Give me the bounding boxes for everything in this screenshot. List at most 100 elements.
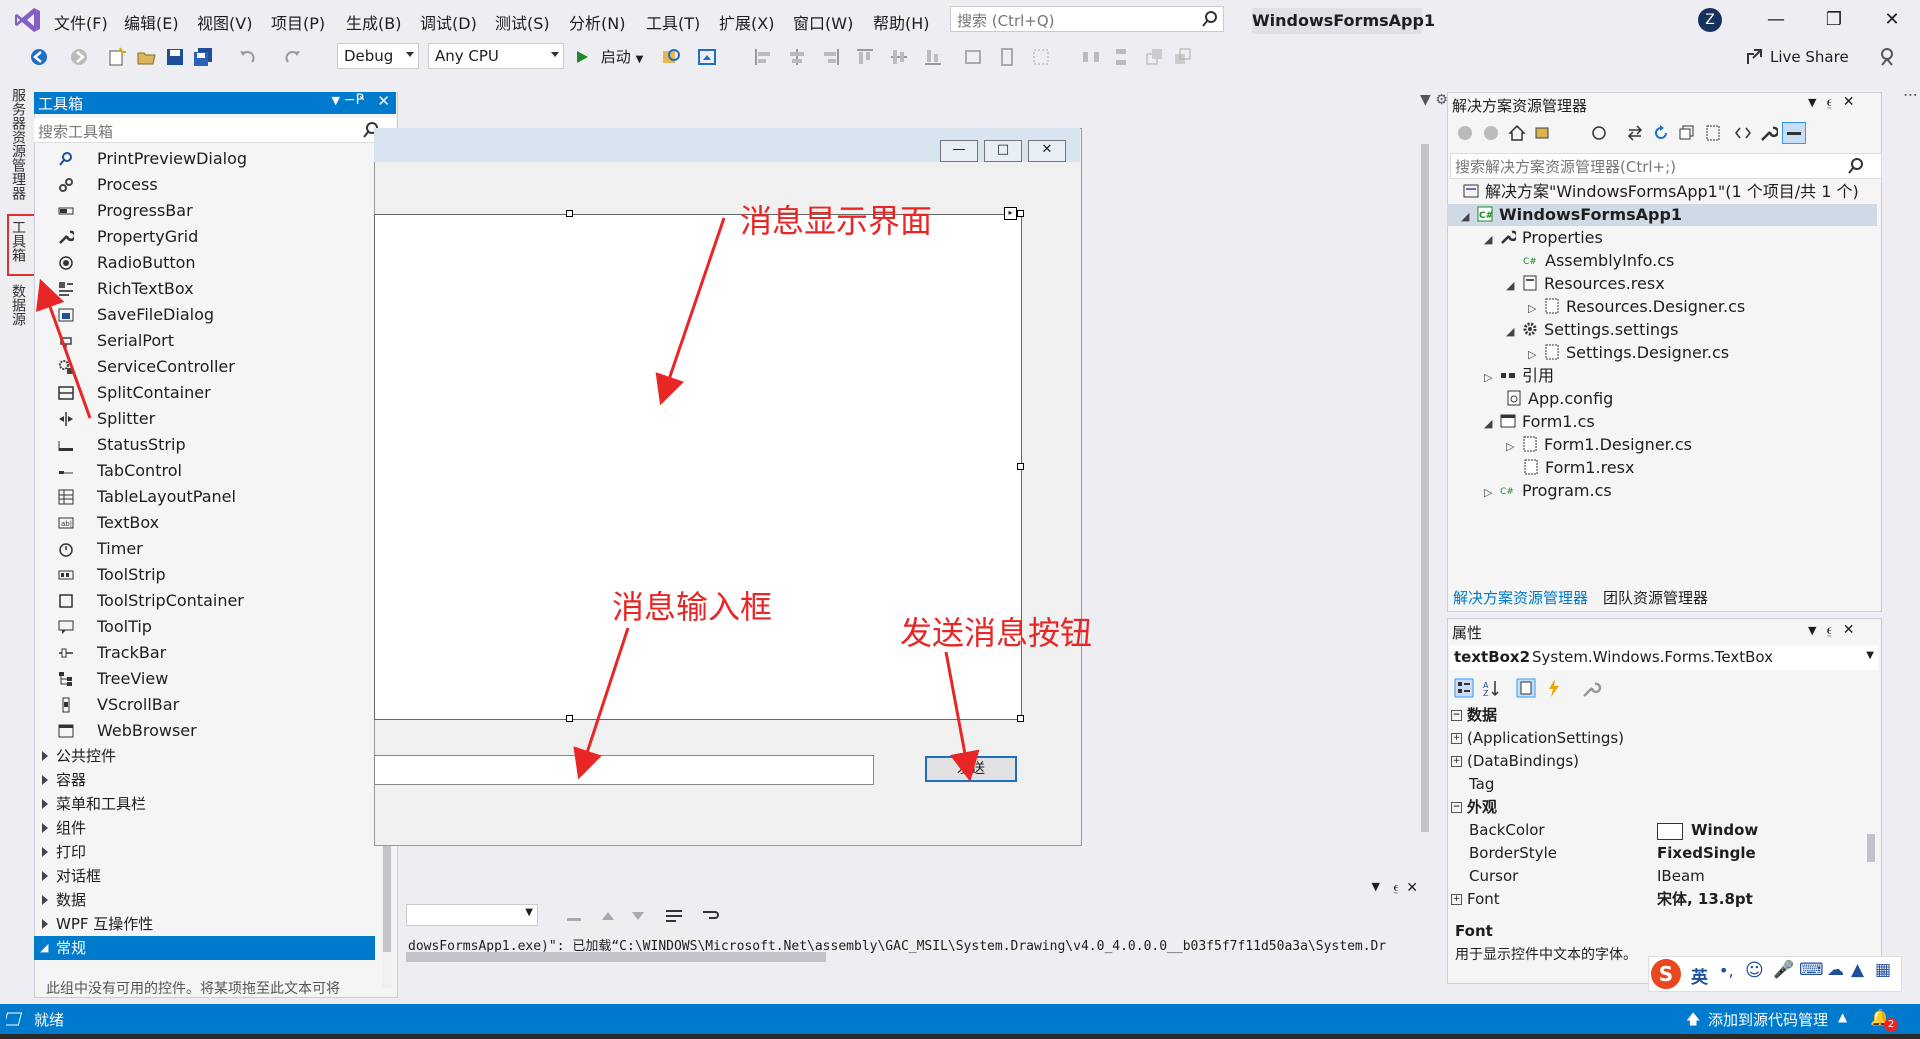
align-middle-icon[interactable] [888, 46, 910, 68]
output-close-icon[interactable]: ✕ [1406, 880, 1418, 896]
word-wrap-icon[interactable] [664, 906, 684, 926]
output-source-select[interactable]: ▼ [406, 904, 538, 926]
forward-icon[interactable] [1482, 124, 1500, 142]
toolbox-item-toolstrip[interactable]: ToolStrip [34, 562, 374, 588]
align-top-icon[interactable] [854, 46, 876, 68]
tab-solution-explorer[interactable]: 解决方案资源管理器 [1453, 587, 1588, 608]
menu-tools[interactable]: 工具(T) [646, 10, 700, 34]
menu-help[interactable]: 帮助(H) [873, 10, 930, 34]
toolbox-item-propertygrid[interactable]: PropertyGrid [34, 224, 374, 250]
toolbox-category-dialogs[interactable]: 对话框 [34, 864, 374, 888]
show-all-files-icon[interactable] [1704, 124, 1722, 142]
properties-scrollbar-thumb[interactable] [1867, 834, 1875, 862]
emoji-icon[interactable]: ☺ [1745, 960, 1764, 981]
toolbox-item-treeview[interactable]: TreeView [34, 666, 374, 692]
property-row-font[interactable]: + Font 宋体, 13.8pt [1447, 888, 1867, 911]
toolbox-item-process[interactable]: Process [34, 172, 374, 198]
pin-icon[interactable]: −Ҏ [344, 92, 364, 108]
switch-views-icon[interactable] [1534, 124, 1556, 142]
toolbox-shirt-icon[interactable]: ▲ [1851, 960, 1864, 980]
make-same-width-icon[interactable] [962, 46, 984, 68]
send-message-button[interactable]: 发送 [925, 756, 1017, 782]
maximize-button[interactable]: ❐ [1822, 8, 1846, 32]
toolbox-item-serialport[interactable]: SerialPort [34, 328, 374, 354]
tree-item-project[interactable]: ◢ C# WindowsFormsApp1 [1447, 204, 1877, 226]
microphone-icon[interactable]: 🎤 [1773, 960, 1794, 980]
dropdown-icon[interactable]: ▼ [1808, 624, 1816, 637]
size-to-grid-icon[interactable] [1030, 46, 1052, 68]
tree-item-form1-cs[interactable]: ◢ Form1.cs [1484, 411, 1595, 433]
property-row-borderstyle[interactable]: BorderStyle FixedSingle [1447, 842, 1867, 865]
toolbox-item-progressbar[interactable]: ProgressBar [34, 198, 374, 224]
redo-icon[interactable] [282, 46, 304, 68]
find-message-icon[interactable] [598, 906, 618, 926]
solution-explorer-search-input[interactable]: 搜索解决方案资源管理器(Ctrl+;) [1450, 153, 1882, 179]
quick-search-input[interactable]: 搜索 (Ctrl+Q) [950, 6, 1224, 32]
new-project-icon[interactable] [106, 46, 128, 68]
toolbox-item-statusstrip[interactable]: StatusStrip [34, 432, 374, 458]
menu-extensions[interactable]: 扩展(X) [719, 10, 774, 34]
tree-item-settings-designer[interactable]: ▷ Settings.Designer.cs [1528, 342, 1729, 364]
undo-icon[interactable] [236, 46, 258, 68]
open-file-icon[interactable] [136, 46, 158, 68]
properties-object-select[interactable]: textBox2 System.Windows.Forms.TextBox ▼ [1450, 646, 1878, 670]
tree-item-solution[interactable]: 解决方案"WindowsFormsApp1"(1 个项目/共 1 个) [1463, 181, 1859, 203]
property-category-data[interactable]: − 数据 [1447, 704, 1867, 727]
toolbox-item-servicecontroller[interactable]: ServiceController [34, 354, 374, 380]
horizontal-spacing-icon[interactable] [1080, 46, 1102, 68]
form-close-button[interactable]: ✕ [1028, 140, 1066, 162]
keyboard-icon[interactable]: ⌨ [1799, 960, 1824, 980]
ime-mode[interactable]: 英 [1691, 963, 1708, 988]
property-row-applicationsettings[interactable]: + (ApplicationSettings) [1447, 727, 1867, 750]
collapse-all-icon[interactable] [1678, 124, 1696, 142]
close-window-button[interactable]: ✕ [1880, 8, 1904, 32]
grid-menu-icon[interactable]: ▦ [1875, 960, 1891, 980]
add-to-source-control-button[interactable]: 添加到源代码管理 [1708, 1009, 1828, 1030]
align-center-icon[interactable] [786, 46, 808, 68]
property-category-appearance[interactable]: − 外观 [1447, 796, 1867, 819]
property-row-backcolor[interactable]: BackColor Window [1447, 819, 1867, 842]
menu-window[interactable]: 窗口(W) [793, 10, 853, 34]
feedback-icon[interactable] [1876, 46, 1898, 68]
toolbox-item-printpreviewdialog[interactable]: PrintPreviewDialog [34, 146, 374, 172]
back-icon[interactable] [1456, 124, 1474, 142]
avatar[interactable]: Z [1698, 8, 1722, 32]
menu-project[interactable]: 项目(P) [271, 10, 325, 34]
smart-tag-icon[interactable]: ▸ [1004, 207, 1017, 220]
toolbox-category-common-controls[interactable]: 公共控件 [34, 744, 374, 768]
minimize-button[interactable]: — [1764, 8, 1788, 32]
form-minimize-button[interactable]: — [940, 140, 978, 162]
tree-item-app-config[interactable]: App.config [1506, 388, 1613, 410]
resize-handle[interactable] [1017, 210, 1024, 217]
dropdown-icon[interactable]: ▼ [1808, 96, 1816, 109]
toolbox-close-icon[interactable]: ✕ [377, 92, 390, 110]
toolbox-category-components[interactable]: 组件 [34, 816, 374, 840]
solution-platform-select[interactable]: Any CPU [428, 43, 564, 69]
toggle-word-wrap-icon[interactable] [700, 906, 720, 926]
tree-item-program-cs[interactable]: ▷ C# Program.cs [1484, 480, 1612, 502]
properties-wrench-icon[interactable] [1760, 124, 1778, 142]
toolbox-category-printing[interactable]: 打印 [34, 840, 374, 864]
align-left-icon[interactable] [752, 46, 774, 68]
save-icon[interactable] [164, 46, 186, 68]
categorized-icon[interactable] [1454, 678, 1474, 698]
toolbox-item-webbrowser[interactable]: WebBrowser [34, 718, 374, 744]
property-row-databindings[interactable]: + (DataBindings) [1447, 750, 1867, 773]
toolbox-item-richtextbox[interactable]: RichTextBox [34, 276, 374, 302]
menu-view[interactable]: 视图(V) [197, 10, 252, 34]
live-share-icon[interactable] [1744, 46, 1766, 68]
toolbox-dropdown-icon[interactable]: ▼ [332, 94, 340, 107]
refresh-icon[interactable] [1652, 124, 1670, 142]
toolbox-item-radiobutton[interactable]: RadioButton [34, 250, 374, 276]
menu-build[interactable]: 生成(B) [346, 10, 401, 34]
skin-icon[interactable]: ☁ [1827, 960, 1844, 980]
toolbox-category-containers[interactable]: 容器 [34, 768, 374, 792]
pin-icon[interactable]: ⍷ [1825, 94, 1833, 110]
pin-icon[interactable]: ⍷ [1392, 880, 1400, 895]
menu-debug[interactable]: 调试(D) [420, 10, 477, 34]
toolbox-search-input[interactable]: 搜索工具箱 [34, 118, 396, 143]
tree-item-settings[interactable]: ◢ Settings.settings [1506, 319, 1679, 341]
menu-edit[interactable]: 编辑(E) [124, 10, 179, 34]
resize-handle[interactable] [566, 715, 573, 722]
tree-item-properties[interactable]: ◢ Properties [1484, 227, 1603, 249]
